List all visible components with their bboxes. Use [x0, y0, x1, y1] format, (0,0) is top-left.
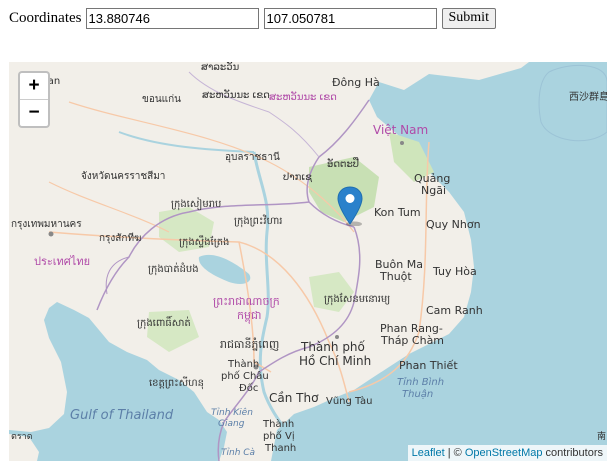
label-dong-ha: Đông Hà [332, 76, 380, 89]
label-chau-doc-1: Thành [227, 358, 259, 370]
label-phan-rang-2: Tháp Chàm [380, 334, 444, 347]
label-cambodia-1: ព្រះរាជាណាចក្រ [213, 295, 280, 308]
label-savannakhet-1: ສະຫວັນນະ ເຂດ [202, 88, 270, 101]
city-dot [400, 141, 404, 145]
map-view[interactable]: ສາລະວັນ Đông Hà 西沙群島 lan ขอนแก่น ສະຫວັນນ… [9, 62, 607, 461]
label-pursat: ក្រុងពោធិ៍សាត់ [137, 315, 191, 330]
label-hcm-1: Thành phố [300, 340, 366, 354]
openstreetmap-link[interactable]: OpenStreetMap [465, 447, 543, 459]
label-chau-doc-2: phố Châu [221, 370, 269, 382]
label-ca-mau: Tỉnh Cà [221, 447, 255, 458]
map-tiles[interactable]: ສາລະວັນ Đông Hà 西沙群島 lan ขอนแก่น ສະຫວັນນ… [9, 62, 607, 461]
label-buon-ma-thuot-2: Thuột [379, 270, 412, 283]
longitude-input[interactable] [263, 7, 437, 29]
label-binh-thuan-2: Thuận [402, 388, 433, 400]
label-binh-thuan-1: Tỉnh Bình [397, 376, 444, 388]
zoom-out-button[interactable]: − [20, 100, 48, 126]
city-dot [48, 231, 54, 237]
label-bangkok: กรุงเทพมหานคร [11, 219, 82, 230]
label-xisha: 西沙群島 [569, 90, 607, 103]
label-nan: 南 [597, 430, 606, 442]
label-kien-giang-2: Giang [218, 419, 245, 429]
label-laos: ສະຫວັນນະ ເຂດ [269, 90, 337, 103]
label-can-tho: Cần Thơ [269, 391, 319, 405]
attribution-separator: | © [444, 447, 465, 459]
submit-button[interactable]: Submit [441, 7, 496, 29]
label-nakhon-ratchasima: จังหวัดนครราชสีมา [81, 170, 165, 182]
label-qui-nhon: Quy Nhơn [426, 218, 481, 231]
label-siem-reap: ក្រុងសៀមរាប [171, 197, 221, 211]
marker-body [337, 186, 363, 225]
attribution-suffix: contributors [542, 447, 603, 459]
label-koh-kong: ខេត្តព្រះសីហនុ [149, 376, 204, 390]
latitude-input[interactable] [85, 7, 259, 29]
label-pakse: ປາກເຊ [283, 172, 312, 183]
label-cambodia-2: កម្ពុជា [237, 309, 261, 324]
leaflet-link[interactable]: Leaflet [412, 447, 445, 459]
label-sisophon: ក្រុងស្ទឹងត្រែង [179, 235, 229, 249]
coordinates-form: Coordinates Submit [9, 7, 496, 29]
label-vi-thanh-1: Thành [262, 418, 294, 430]
label-vi-thanh-3: Thanh [264, 443, 296, 454]
label-vi-thanh-2: phố Vị [263, 430, 295, 442]
label-khonkaen: ขอนแก่น [142, 94, 181, 105]
coordinates-label: Coordinates [9, 9, 82, 26]
zoom-in-button[interactable]: + [20, 73, 48, 100]
label-viet-nam: Việt Nam [373, 123, 428, 137]
island-area [538, 64, 607, 142]
label-ngai: Ngãi [421, 184, 446, 197]
label-chachoengsao: กรุงสักทีฆ [99, 232, 141, 244]
label-chau-doc-3: Đốc [239, 382, 258, 394]
label-gulf-of-thailand: Gulf of Thailand [70, 408, 174, 423]
label-phan-thiet: Phan Thiết [399, 359, 458, 372]
marker-dot [345, 194, 355, 203]
label-stung-treng: ក្រុងព្រះវិហារ [234, 214, 282, 228]
label-ubon: อุบลราชธานี [225, 151, 280, 163]
label-thailand: ประเทศไทย [34, 255, 90, 268]
label-vung-tau: Vũng Tàu [326, 395, 372, 407]
map-pin-icon[interactable] [336, 186, 364, 226]
label-saravan: ສາລະວັນ [201, 62, 239, 73]
label-battambang: ក្រុងបាត់ដំបង [148, 262, 199, 276]
zoom-control: + − [18, 71, 50, 128]
label-kon-tum: Kon Tum [374, 206, 421, 219]
label-tuy-hoa: Tuy Hòa [432, 265, 477, 278]
label-cam-ranh: Cam Ranh [426, 304, 483, 317]
label-trat: ตราด [11, 432, 33, 442]
label-hcm-2: Hồ Chí Minh [299, 354, 371, 368]
map-attribution: Leaflet | © OpenStreetMap contributors [407, 445, 607, 461]
label-senmonorom: ក្រុងសែនមនោរម្យ [324, 292, 390, 306]
label-phnom-penh: រាជធានីភ្នំពេញ [220, 337, 279, 351]
label-kien-giang-1: Tỉnh Kiên [211, 407, 253, 418]
city-dot [335, 335, 339, 339]
